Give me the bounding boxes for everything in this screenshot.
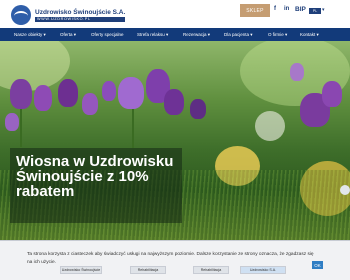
crocus-flower	[118, 77, 144, 109]
hero-banner[interactable]: Wiosna w Uzdrowisku Świnoujście z 10% ra…	[0, 41, 350, 240]
cookie-bar: Ta strona korzysta z ciasteczek aby świa…	[0, 240, 350, 280]
hero-title[interactable]: Wiosna w Uzdrowisku Świnoujście z 10% ra…	[16, 154, 180, 199]
flower-stem	[132, 103, 134, 148]
crocus-flower	[5, 113, 19, 131]
facebook-icon[interactable]: f	[274, 6, 276, 12]
nav-item-dla-pacjenta[interactable]: Dla pacjenta ▾	[224, 28, 253, 41]
crocus-flower	[322, 81, 342, 107]
bip-link[interactable]: BIP	[295, 6, 306, 13]
crocus-flower	[290, 63, 304, 81]
chevron-down-icon[interactable]: ▾	[322, 7, 325, 13]
crocus-flower	[190, 99, 206, 119]
flower-stem	[20, 107, 22, 147]
crocus-flower	[164, 89, 184, 115]
footer-link-button[interactable]: Rehabilitacja	[193, 266, 229, 274]
slider-dot[interactable]	[340, 185, 350, 195]
footer-link-button[interactable]: Rehabilitacja	[130, 266, 166, 274]
footer-link-button[interactable]: Uzdrowisko Świnoujście	[60, 266, 102, 274]
nav-item-rezerwacja[interactable]: Rezerwacja ▾	[183, 28, 210, 41]
language-selector[interactable]: PL	[309, 8, 321, 14]
main-nav: Nasze obiekty ▾ Oferta ▾ Oferty specjaln…	[0, 28, 350, 41]
nav-item-oferta[interactable]: Oferta ▾	[60, 28, 76, 41]
logo[interactable]: Uzdrowisko Świnoujście S.A. WWW.UZDROWIS…	[11, 5, 126, 25]
crocus-flower	[102, 81, 116, 101]
nav-item-nasze-obiekty[interactable]: Nasze obiekty ▾	[14, 28, 46, 41]
logo-url: WWW.UZDROWISKO.PL	[35, 17, 126, 22]
site-header: Uzdrowisko Świnoujście S.A. WWW.UZDROWIS…	[0, 0, 350, 28]
cookie-ok-button[interactable]: OK	[312, 261, 323, 269]
nav-item-o-firmie[interactable]: O firmie ▾	[268, 28, 287, 41]
hero-caption-box: Wiosna w Uzdrowisku Świnoujście z 10% ra…	[10, 148, 182, 223]
cookie-message: Ta strona korzysta z ciasteczek aby świa…	[27, 252, 314, 265]
crocus-flower	[34, 85, 52, 111]
logo-name: Uzdrowisko Świnoujście S.A.	[35, 9, 126, 16]
logo-text: Uzdrowisko Świnoujście S.A. WWW.UZDROWIS…	[35, 8, 126, 22]
hero-white-blur	[255, 111, 285, 141]
shop-button[interactable]: SKLEP	[240, 4, 270, 17]
nav-item-strefa-relaksu[interactable]: Strefa relaksu ▾	[137, 28, 168, 41]
footer-link-button[interactable]: Uzdrowisko S.A.	[240, 266, 286, 274]
logo-emblem-icon	[11, 5, 31, 25]
crocus-flower	[58, 79, 78, 107]
crocus-flower	[10, 79, 32, 109]
crocus-flower	[82, 93, 98, 115]
linkedin-icon[interactable]: in	[284, 6, 289, 12]
nav-item-kontakt[interactable]: Kontakt ▾	[300, 28, 319, 41]
nav-item-oferty-specjalne[interactable]: Oferty specjalne	[91, 28, 124, 41]
